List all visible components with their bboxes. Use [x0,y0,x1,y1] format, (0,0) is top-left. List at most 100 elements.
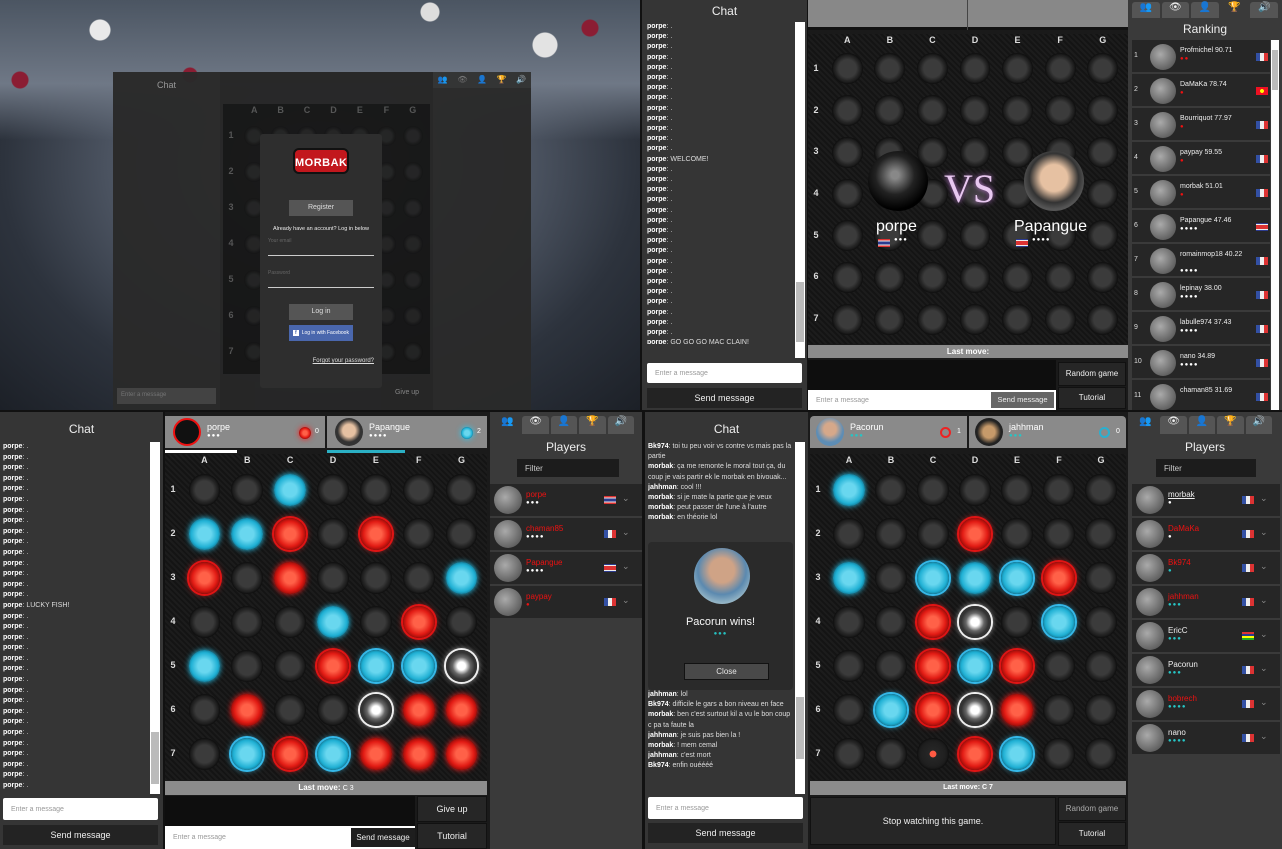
board-cell-E5[interactable] [360,650,392,682]
board-cell-G6[interactable] [1087,261,1119,293]
board-cell-F2[interactable] [1043,518,1075,550]
player-row[interactable]: morbak ● ⌄ [1132,484,1280,518]
board-cell-G2[interactable] [1085,518,1117,550]
board-cell-G1[interactable] [1087,53,1119,85]
board-cell-G1[interactable] [445,474,478,506]
board-cell-C3[interactable] [274,562,306,594]
tutorial-button[interactable]: Tutorial [1058,822,1126,846]
ranking-row[interactable]: 4 paypay 59.55 ● [1132,142,1270,176]
player-name[interactable]: morbak [1168,490,1195,499]
register-button[interactable]: Register [289,200,353,216]
close-button[interactable]: Close [684,663,769,680]
player-row[interactable]: chaman85 ●●●● ⌄ [490,518,642,552]
board-cell-G7[interactable] [445,738,478,770]
player-name[interactable]: nano [1168,728,1186,737]
player-name[interactable]: chaman85 [526,524,563,533]
board-cell-A5[interactable] [833,650,865,682]
board-cell-A7[interactable] [833,738,865,770]
chevron-down-icon[interactable]: ⌄ [1260,595,1268,606]
chat-scrollbar[interactable] [795,442,805,794]
board-cell-B5[interactable] [231,650,264,682]
board-cell-D1[interactable] [317,474,349,506]
tab-eye[interactable]: 👁 [1161,2,1190,18]
chevron-down-icon[interactable]: ⌄ [622,595,630,606]
chat-input[interactable]: Enter a message [648,797,803,819]
board-cell-C2[interactable] [917,518,949,550]
tab-user[interactable]: 👤 [1188,416,1216,434]
ranking-row[interactable]: 10 nano 34.89 ●●●● [1132,346,1270,380]
board-cell-B7[interactable] [874,303,906,335]
board-cell-D5[interactable] [317,650,349,682]
stop-watching-button[interactable]: Stop watching this game. [810,797,1056,845]
board-cell-D3[interactable] [317,562,349,594]
board-cell-A4[interactable] [833,606,865,638]
board-cell-E3[interactable] [1001,562,1033,594]
board-cell-E2[interactable] [360,518,392,550]
board-cell-F4[interactable] [1043,606,1075,638]
chevron-down-icon[interactable]: ⌄ [1260,493,1268,504]
ranking-row[interactable]: 11 chaman85 31.69 [1132,380,1270,410]
board-cell-C1[interactable] [274,474,306,506]
game-board[interactable]: A B C D E F G 1 2 3 4 5 6 7 [165,454,487,780]
board-cell-C6[interactable] [916,261,948,293]
board-cell-B4[interactable] [875,606,907,638]
board-cell-D7[interactable] [959,303,991,335]
chevron-down-icon[interactable]: ⌄ [1260,731,1268,742]
board-cell-B7[interactable] [231,738,264,770]
ranking-row[interactable]: 6 Papangue 47.46 ●●●● [1132,210,1270,244]
chevron-down-icon[interactable]: ⌄ [622,561,630,572]
board-cell-E6[interactable] [1001,694,1033,726]
board-cell-E5[interactable] [1001,650,1033,682]
board-cell-E7[interactable] [360,738,392,770]
board-cell-C1[interactable] [917,474,949,506]
board-cell-F6[interactable] [1043,694,1075,726]
chevron-down-icon[interactable]: ⌄ [1260,697,1268,708]
board-cell-A5[interactable] [831,220,863,252]
board-cell-A5[interactable] [188,650,221,682]
tutorial-button[interactable]: Tutorial [1058,387,1126,409]
player-name[interactable]: porpe [526,490,546,499]
board-cell-G1[interactable] [1085,474,1117,506]
board-cell-B1[interactable] [874,53,906,85]
board-cell-B2[interactable] [231,518,264,550]
random-game-button[interactable]: Random game [1058,362,1126,386]
board-cell-D6[interactable] [959,694,991,726]
player-name[interactable]: paypay [526,592,552,601]
board-cell-D4[interactable] [317,606,349,638]
board-cell-E7[interactable] [1001,738,1033,770]
chevron-down-icon[interactable]: ⌄ [1260,527,1268,538]
ranking-row[interactable]: 9 labulle974 37.43 ●●●● [1132,312,1270,346]
board-cell-F3[interactable] [1043,562,1075,594]
board-cell-G7[interactable] [1085,738,1117,770]
player-name[interactable]: Papangue [526,558,562,567]
filter-input[interactable]: Filter [1156,459,1256,477]
board-cell-C7[interactable] [916,303,948,335]
tab-user[interactable]: 👤 [550,416,578,434]
tutorial-button[interactable]: Tutorial [417,823,487,849]
board-cell-D2[interactable] [959,95,991,126]
board-cell-B2[interactable] [874,95,906,126]
chevron-down-icon[interactable]: ⌄ [1260,663,1268,674]
chevron-down-icon[interactable]: ⌄ [1260,561,1268,572]
board-cell-B1[interactable] [875,474,907,506]
board-cell-B4[interactable] [231,606,264,638]
board-cell-G7[interactable] [1087,303,1119,335]
filter-input[interactable]: Filter [517,459,619,477]
ranking-row[interactable]: 8 lepinay 38.00 ●●●● [1132,278,1270,312]
board-cell-A3[interactable] [833,562,865,594]
ranking-row[interactable]: 7 romainmop18 40.22 ●●●● [1132,244,1270,278]
board-cell-E6[interactable] [360,694,392,726]
board-cell-F1[interactable] [1043,474,1075,506]
player-row[interactable]: nano ●●●● ⌄ [1132,722,1280,756]
board-cell-G7[interactable] [403,342,423,362]
board-cell-F4[interactable] [402,606,435,638]
board-cell-D6[interactable] [959,261,991,293]
board-cell-B3[interactable] [231,562,264,594]
board-cell-C6[interactable] [917,694,949,726]
board-cell-E7[interactable] [1002,303,1033,335]
ranking-scrollbar[interactable] [1271,40,1279,410]
board-cell-C4[interactable] [917,606,949,638]
board-cell-G6[interactable] [1085,694,1117,726]
board-cell-G5[interactable] [1085,650,1117,682]
board-cell-D2[interactable] [959,518,991,550]
